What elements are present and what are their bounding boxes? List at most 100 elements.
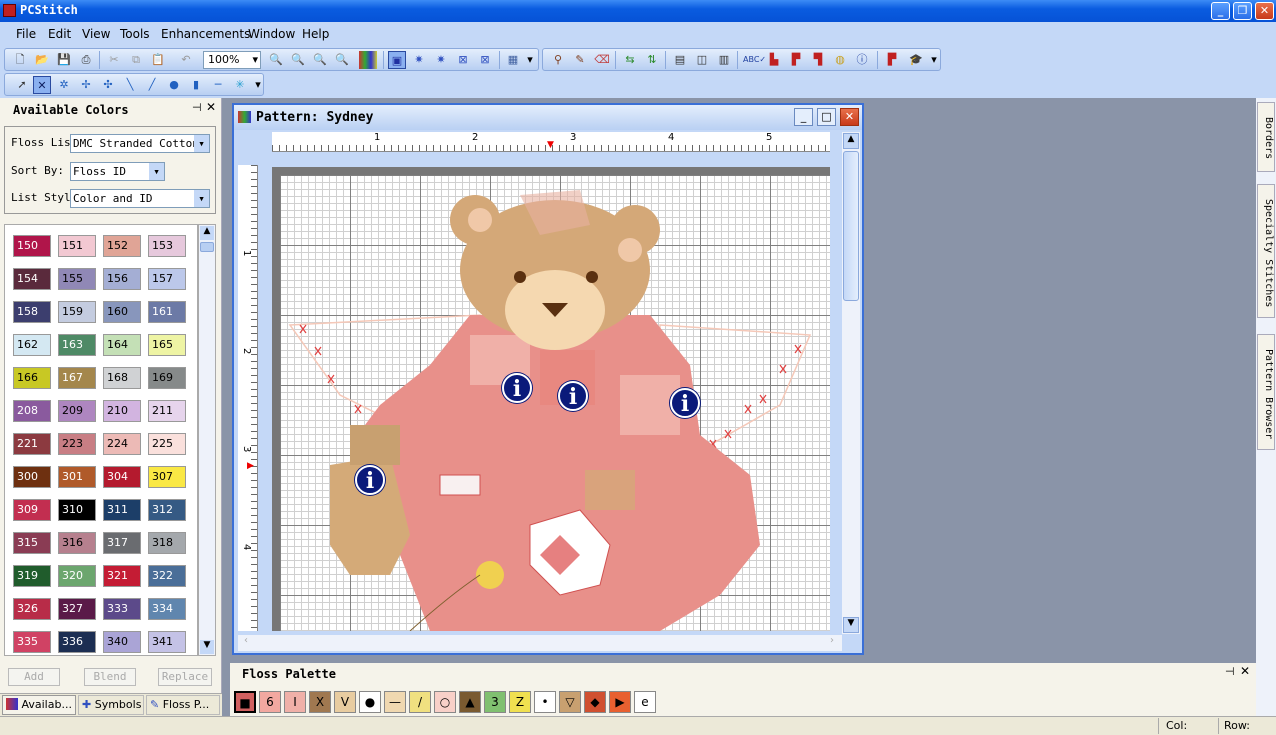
color-swatch[interactable]: 327 [58,598,96,620]
save-icon[interactable]: 💾 [55,51,73,69]
menu-help[interactable]: Help [302,27,329,41]
teach-icon[interactable]: 🎓 [907,51,925,69]
full-stitch-icon[interactable]: ✕ [33,76,51,94]
menu-enhancements[interactable]: Enhancements [161,27,250,41]
color-swatch[interactable]: 152 [103,235,141,257]
floss-swatch[interactable]: 3 [484,691,506,713]
color-swatch[interactable]: 210 [103,400,141,422]
scroll-down-icon[interactable]: ▼ [200,640,214,654]
menu-edit[interactable]: Edit [48,27,71,41]
blend-button[interactable]: Blend [84,668,136,686]
print-icon[interactable]: ⎙ [77,51,95,69]
color-swatch[interactable]: 151 [58,235,96,257]
layout-icon[interactable]: ▥ [715,51,733,69]
three-quarter-stitch-icon[interactable]: ✣ [99,76,117,94]
color-swatch[interactable]: 334 [148,598,186,620]
zoom-out-icon[interactable]: 🔍 [289,51,307,69]
grid-icon[interactable]: ▦ [504,51,522,69]
color-swatch[interactable]: 168 [103,367,141,389]
color-swatch[interactable]: 341 [148,631,186,653]
backstitch-icon[interactable]: ╲ [121,76,139,94]
color-swatch[interactable]: 163 [58,334,96,356]
color-swatch[interactable]: 333 [103,598,141,620]
color-swatch[interactable]: 326 [13,598,51,620]
new-icon[interactable]: 🗋 [11,51,29,69]
line-icon[interactable]: ╱ [143,76,161,94]
floss-merge-icon[interactable]: ▜ [809,51,827,69]
color-swatch[interactable]: 310 [58,499,96,521]
color-swatch[interactable]: 159 [58,301,96,323]
bead-icon[interactable]: ▮ [187,76,205,94]
color-swatch[interactable]: 211 [148,400,186,422]
color-swatch[interactable]: 301 [58,466,96,488]
floss-swatch[interactable]: ◆ [584,691,606,713]
color-swatch[interactable]: 164 [103,334,141,356]
floss-pin-icon[interactable]: ⊣ [1225,665,1235,678]
menu-file[interactable]: File [16,27,36,41]
floss-swatch[interactable]: / [409,691,431,713]
panel-close-icon[interactable]: ✕ [206,100,216,114]
eraser-icon[interactable]: ⌫ [593,51,611,69]
color-swatch[interactable]: 224 [103,433,141,455]
tab-available-colors[interactable]: Availab... [2,695,76,715]
maximize-button[interactable]: ❐ [1233,2,1252,20]
tab-borders[interactable]: Borders [1257,102,1275,172]
scroll-thumb[interactable] [200,242,214,252]
scroll-up-icon[interactable]: ▲ [200,226,214,240]
pattern-vscroll[interactable]: ▲ ▼ [842,132,860,634]
tab-pattern-browser[interactable]: Pattern Browser [1257,334,1275,450]
add-button[interactable]: Add [8,668,60,686]
pattern-scroll-left-icon[interactable]: ‹ [238,635,254,651]
info-icon[interactable]: ⓘ [853,51,871,69]
color-swatch[interactable]: 321 [103,565,141,587]
toolbar-overflow-icon[interactable]: ▾ [525,51,535,69]
color-swatch-list[interactable]: 150 151 152 153 154 155 156 157 158 159 160 161 162 1… [4,224,198,656]
zoom-fit-icon[interactable]: 🔍 [311,51,329,69]
color-swatch[interactable]: 307 [148,466,186,488]
floss-swatch[interactable]: ■ [234,691,256,713]
color-swatch[interactable]: 208 [13,400,51,422]
floss-swatch[interactable]: V [334,691,356,713]
undo-icon[interactable]: ↶ [177,51,195,69]
floss-swatch[interactable]: e [634,691,656,713]
color-swatch[interactable]: 225 [148,433,186,455]
color-swatch[interactable]: 322 [148,565,186,587]
color-swatch[interactable]: 155 [58,268,96,290]
spellcheck-icon[interactable]: ABC✓ [743,51,766,69]
pin-icon[interactable]: ⊣ [192,101,202,114]
realistic-view-icon[interactable]: ⊠ [476,51,494,69]
color-swatch[interactable]: 157 [148,268,186,290]
floss-swatch[interactable]: ▽ [559,691,581,713]
color-swatch[interactable]: 316 [58,532,96,554]
color-swatch[interactable]: 320 [58,565,96,587]
paste-icon[interactable]: 📋 [149,51,167,69]
floss-swatch[interactable]: ▶ [609,691,631,713]
flip-icon[interactable]: ⇆ [621,51,639,69]
pattern-maximize-button[interactable]: □ [817,108,836,126]
specialty-stitch-icon[interactable]: ✳ [231,76,249,94]
info-marker-icon[interactable]: i [558,381,588,411]
cut-icon[interactable]: ✂ [105,51,123,69]
chart-icon[interactable]: ◍ [831,51,849,69]
toolbar-overflow-2-icon[interactable]: ▾ [929,51,939,69]
pattern-vscroll-thumb[interactable] [843,151,859,301]
swatch-scrollbar[interactable]: ▲ ▼ [198,224,216,656]
pattern-scroll-up-icon[interactable]: ▲ [843,133,859,149]
color-swatch[interactable]: 158 [13,301,51,323]
info-marker-icon[interactable]: i [670,388,700,418]
toolbar-overflow-3-icon[interactable]: ▾ [253,76,263,94]
eyedropper-icon[interactable]: ✎ [571,51,589,69]
floss-list-select[interactable]: DMC Stranded Cotton ▾ [70,134,210,153]
floss-swatch[interactable]: ○ [434,691,456,713]
color-swatch[interactable]: 312 [148,499,186,521]
copy-icon[interactable]: ⧉ [127,51,145,69]
close-button[interactable]: ✕ [1255,2,1274,20]
pattern-minimize-button[interactable]: _ [794,108,813,126]
floss-swatch[interactable]: • [534,691,556,713]
color-swatch[interactable]: 315 [13,532,51,554]
floss-swatch[interactable]: — [384,691,406,713]
floss-swatch[interactable]: ▲ [459,691,481,713]
tab-floss-palette[interactable]: ✎ Floss P... [146,695,220,715]
zoom-select[interactable]: 100% ▾ [203,51,261,69]
color-swatch[interactable]: 156 [103,268,141,290]
